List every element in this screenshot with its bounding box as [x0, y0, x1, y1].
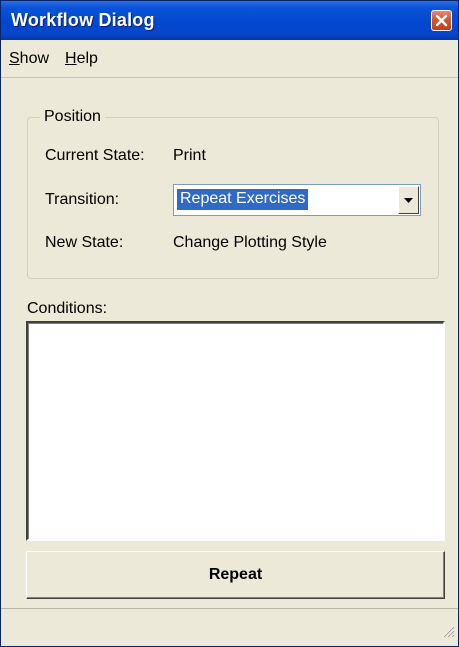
transition-selected-value: Repeat Exercises	[175, 188, 310, 211]
repeat-button[interactable]: Repeat	[26, 551, 445, 599]
window-title: Workflow Dialog	[11, 10, 155, 30]
transition-dropdown-button[interactable]	[398, 186, 419, 214]
status-bar	[1, 608, 458, 646]
resize-grip-icon[interactable]	[441, 624, 455, 643]
close-button[interactable]	[431, 10, 452, 31]
menu-help[interactable]: Help	[65, 50, 98, 68]
new-state-label: New State:	[45, 234, 124, 251]
menu-help-mnemonic: H	[65, 50, 77, 67]
workflow-dialog-window: Workflow Dialog Show Help Position Curre…	[0, 0, 459, 647]
menu-show-mnemonic: S	[9, 50, 20, 67]
conditions-list[interactable]	[26, 321, 445, 541]
current-state-value: Print	[173, 147, 206, 164]
transition-label: Transition:	[45, 191, 120, 208]
current-state-label: Current State:	[45, 147, 145, 164]
menu-bar: Show Help	[1, 40, 458, 78]
position-group-label: Position	[40, 108, 105, 126]
menu-help-label: elp	[76, 50, 98, 67]
transition-select[interactable]: Repeat Exercises	[173, 184, 421, 216]
conditions-label: Conditions:	[27, 300, 108, 317]
new-state-value: Change Plotting Style	[173, 234, 327, 251]
title-bar[interactable]: Workflow Dialog	[1, 1, 458, 40]
menu-show-label: how	[19, 50, 50, 67]
menu-show[interactable]: Show	[9, 50, 49, 68]
